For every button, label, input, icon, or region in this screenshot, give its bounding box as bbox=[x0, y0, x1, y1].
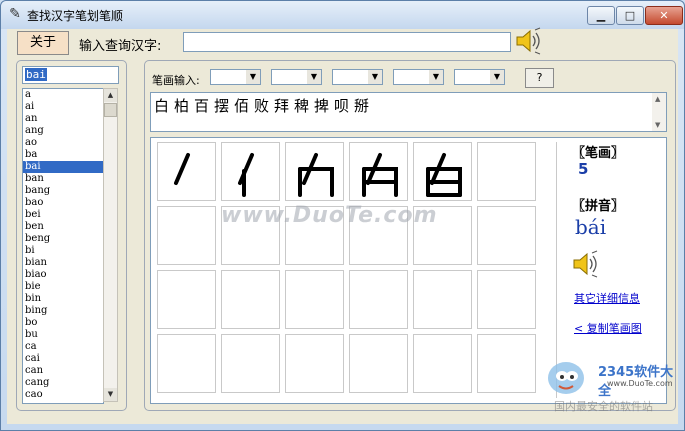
pinyin-list-item[interactable]: an bbox=[23, 113, 103, 125]
scroll-up-icon[interactable]: ▲ bbox=[655, 95, 660, 103]
stroke-cell bbox=[349, 142, 408, 201]
stroke-input-label: 笔画输入: bbox=[152, 74, 200, 87]
pinyin-heading: 〖拼音〗 bbox=[572, 199, 625, 214]
stroke-cell bbox=[285, 334, 344, 393]
corner-url: www.DuoTe.com bbox=[607, 379, 673, 388]
stroke-glyph bbox=[238, 153, 254, 197]
pinyin-list-item[interactable]: ao bbox=[23, 137, 103, 149]
pinyin-list-item[interactable]: bei bbox=[23, 209, 103, 221]
query-label: 输入查询汉字: bbox=[79, 39, 162, 54]
pinyin-list-item[interactable]: ban bbox=[23, 173, 103, 185]
query-input[interactable] bbox=[183, 32, 511, 52]
chevron-down-icon: ▼ bbox=[307, 70, 321, 84]
help-button[interactable]: ? bbox=[525, 68, 554, 88]
result-characters[interactable]: 白柏百摆佰败拜稗捭呗掰 bbox=[154, 95, 374, 116]
pinyin-list-item[interactable]: ba bbox=[23, 149, 103, 161]
stroke-select-4[interactable]: ▼ bbox=[393, 69, 444, 85]
strokes-value: 5 bbox=[578, 160, 589, 178]
pinyin-list[interactable]: a ai an ang ao ba bai ban bang bao bei ben beng bi bia… bbox=[22, 88, 104, 404]
scroll-thumb[interactable] bbox=[104, 103, 117, 117]
stroke-cell bbox=[413, 270, 472, 329]
stroke-cell bbox=[221, 270, 280, 329]
stroke-cell bbox=[157, 270, 216, 329]
result-characters-box[interactable]: 白柏百摆佰败拜稗捭呗掰 ▲ ▼ bbox=[150, 92, 667, 132]
stroke-cell bbox=[157, 334, 216, 393]
stroke-cell bbox=[413, 334, 472, 393]
pinyin-list-item[interactable]: bai bbox=[23, 161, 103, 173]
pinyin-list-item[interactable]: bin bbox=[23, 293, 103, 305]
copy-strokes-link[interactable]: < 复制笔画图 bbox=[574, 320, 642, 336]
pinyin-list-item[interactable]: bian bbox=[23, 257, 103, 269]
pinyin-list-item[interactable]: ben bbox=[23, 221, 103, 233]
stroke-cell bbox=[477, 270, 536, 329]
stroke-glyph bbox=[298, 153, 334, 197]
stroke-select-1[interactable]: ▼ bbox=[210, 69, 261, 85]
pinyin-list-scrollbar[interactable]: ▲ ▼ bbox=[103, 88, 118, 402]
details-link[interactable]: 其它详细信息 bbox=[574, 290, 640, 306]
app-icon: ✎ bbox=[9, 6, 21, 22]
close-button[interactable]: ✕ bbox=[645, 6, 683, 25]
stroke-cell bbox=[157, 142, 216, 201]
stroke-select-3[interactable]: ▼ bbox=[332, 69, 383, 85]
scroll-down-icon[interactable]: ▼ bbox=[104, 388, 117, 401]
speaker-icon[interactable] bbox=[571, 250, 601, 278]
chevron-down-icon: ▼ bbox=[246, 70, 260, 84]
pinyin-list-item[interactable]: ca bbox=[23, 341, 103, 353]
title-bar[interactable]: ✎ 查找汉字笔划笔顺 ▁ □ ✕ bbox=[1, 1, 684, 29]
window-title: 查找汉字笔划笔顺 bbox=[27, 9, 124, 23]
stroke-cell bbox=[477, 142, 536, 201]
watermark-text: www.DuoTe.com bbox=[221, 203, 438, 228]
stroke-cell bbox=[349, 270, 408, 329]
stroke-glyph bbox=[174, 153, 190, 185]
speaker-icon[interactable] bbox=[514, 27, 544, 55]
pinyin-panel: bai a ai an ang ao ba bai ban bang bao bei ben beng b… bbox=[16, 60, 127, 411]
stroke-cell bbox=[477, 206, 536, 265]
pinyin-search-input[interactable]: bai bbox=[22, 66, 119, 84]
pinyin-list-item[interactable]: ang bbox=[23, 125, 103, 137]
pinyin-list-item[interactable]: a bbox=[23, 89, 103, 101]
result-scrollbar[interactable]: ▲ ▼ bbox=[652, 93, 666, 131]
stroke-cell bbox=[349, 334, 408, 393]
pinyin-list-item[interactable]: bang bbox=[23, 185, 103, 197]
pinyin-list-item[interactable]: bu bbox=[23, 329, 103, 341]
pinyin-list-item[interactable]: bie bbox=[23, 281, 103, 293]
stroke-cell bbox=[285, 270, 344, 329]
stroke-cell bbox=[157, 206, 216, 265]
chevron-down-icon: ▼ bbox=[490, 70, 504, 84]
stroke-select-2[interactable]: ▼ bbox=[271, 69, 322, 85]
stroke-cell bbox=[221, 334, 280, 393]
pinyin-list-item[interactable]: bing bbox=[23, 305, 103, 317]
pinyin-list-item[interactable]: bao bbox=[23, 197, 103, 209]
pinyin-list-item[interactable]: can bbox=[23, 365, 103, 377]
corner-slogan: 国内最安全的软件站 bbox=[554, 400, 653, 413]
pinyin-value: bái bbox=[575, 215, 607, 239]
pinyin-list-item[interactable]: cao bbox=[23, 389, 103, 401]
stroke-glyph bbox=[426, 153, 462, 197]
pinyin-list-item[interactable]: bi bbox=[23, 245, 103, 257]
app-window: ✎ 查找汉字笔划笔顺 ▁ □ ✕ 关于 输入查询汉字: bai a ai an ang… bbox=[0, 0, 685, 431]
pinyin-search-value: bai bbox=[25, 68, 47, 81]
about-button[interactable]: 关于 bbox=[17, 31, 69, 55]
minimize-button[interactable]: ▁ bbox=[587, 6, 615, 25]
stroke-cell bbox=[221, 142, 280, 201]
pinyin-list-item[interactable]: beng bbox=[23, 233, 103, 245]
strokes-heading: 〖笔画〗 bbox=[572, 146, 625, 161]
stroke-line bbox=[174, 153, 190, 185]
pinyin-list-item[interactable]: ai bbox=[23, 101, 103, 113]
scroll-up-icon[interactable]: ▲ bbox=[104, 89, 117, 102]
pinyin-list-item[interactable]: cai bbox=[23, 353, 103, 365]
stroke-cell bbox=[413, 142, 472, 201]
pinyin-list-item[interactable]: cang bbox=[23, 377, 103, 389]
scroll-down-icon[interactable]: ▼ bbox=[655, 121, 660, 129]
chevron-down-icon: ▼ bbox=[429, 70, 443, 84]
maximize-button[interactable]: □ bbox=[616, 6, 644, 25]
stroke-glyph bbox=[362, 153, 398, 197]
pinyin-list-item[interactable]: biao bbox=[23, 269, 103, 281]
stroke-cell bbox=[285, 142, 344, 201]
chevron-down-icon: ▼ bbox=[368, 70, 382, 84]
stroke-select-5[interactable]: ▼ bbox=[454, 69, 505, 85]
stroke-cell bbox=[477, 334, 536, 393]
pinyin-list-item[interactable]: bo bbox=[23, 317, 103, 329]
